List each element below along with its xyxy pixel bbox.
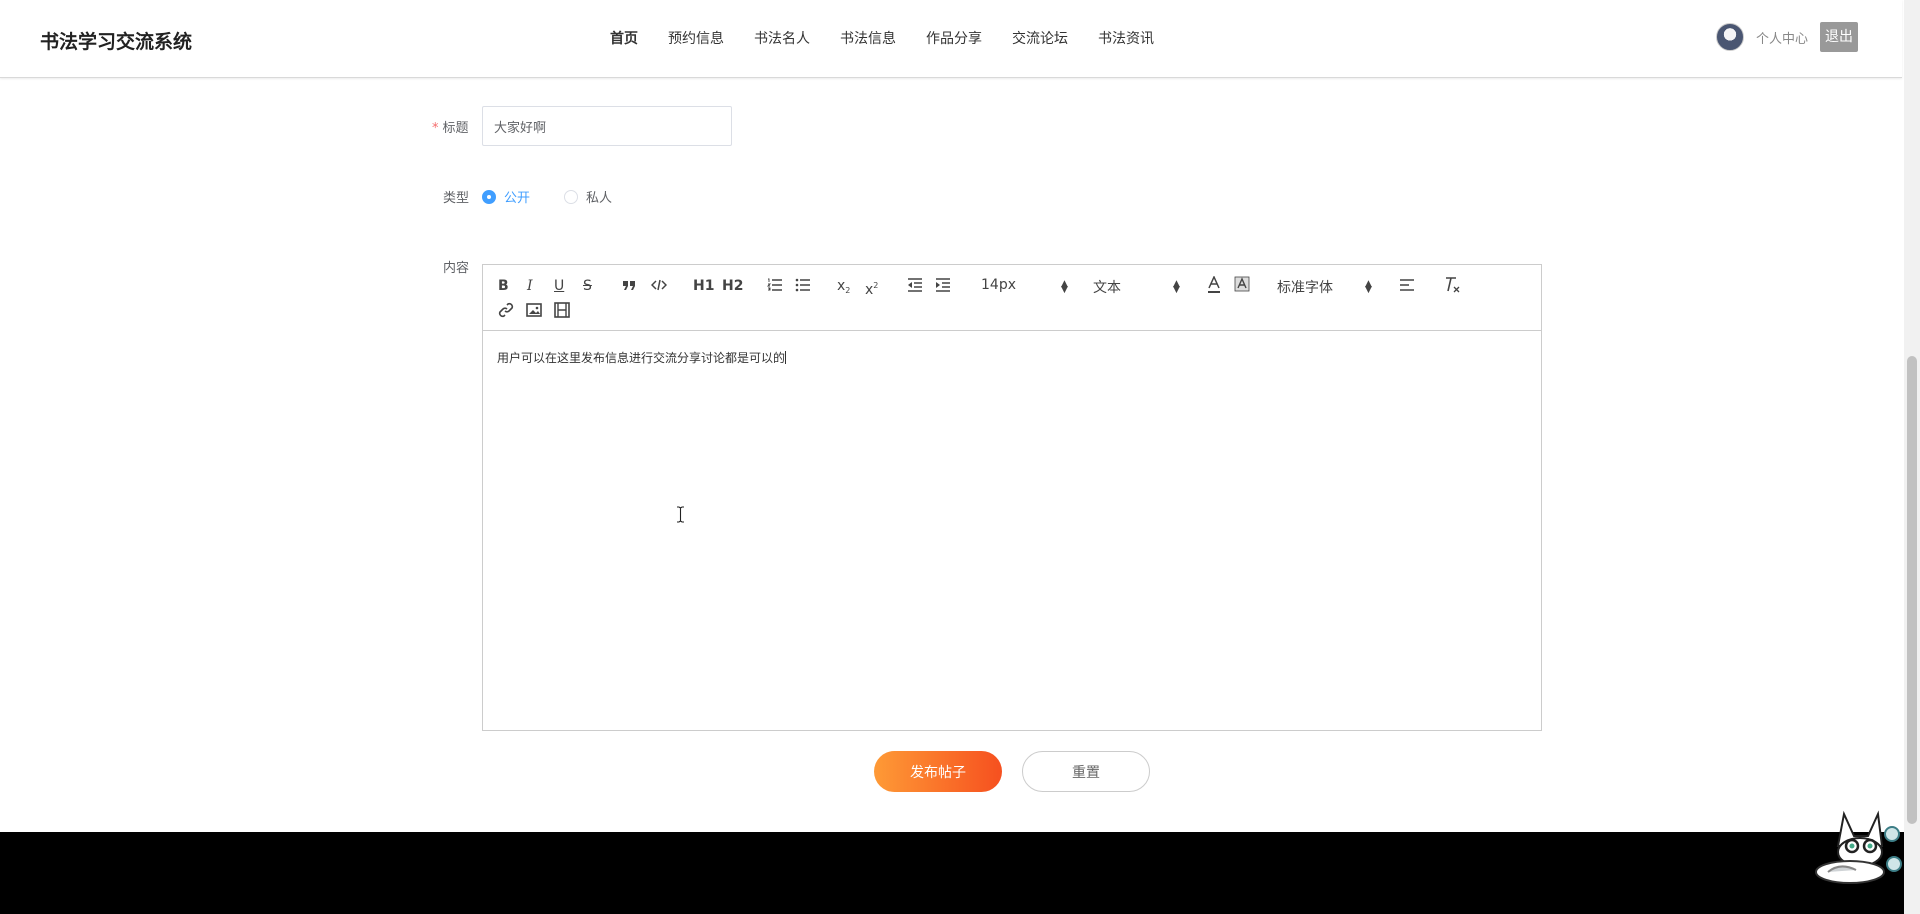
font-color-icon[interactable] xyxy=(1206,276,1222,294)
radio-checked-icon xyxy=(482,189,496,204)
header-picker[interactable]: 文本 ▲ ▼ xyxy=(1093,277,1180,297)
title-label: * 标题 xyxy=(432,117,469,136)
underline-icon[interactable]: U xyxy=(554,277,564,295)
code-block-icon[interactable] xyxy=(651,278,667,292)
nav-item-appointments[interactable]: 预约信息 xyxy=(668,28,724,48)
picker-arrows-icon: ▲ ▼ xyxy=(1173,279,1180,295)
blockquote-icon[interactable] xyxy=(622,278,636,292)
rich-text-editor: B I U S H1 H2 x2 x2 14px ▲ ▼ 文本 ▲ ▼ 标准字体… xyxy=(482,264,1542,731)
radio-unchecked-icon xyxy=(564,189,578,204)
top-header: 书法学习交流系统 首页 预约信息 书法名人 书法信息 作品分享 交流论坛 书法资… xyxy=(0,0,1902,78)
header1-icon[interactable]: H1 xyxy=(693,277,714,295)
required-mark: * xyxy=(432,121,439,136)
radio-private-label: 私人 xyxy=(586,191,613,206)
editor-content[interactable]: 用户可以在这里发布信息进行交流分享讨论都是可以的 xyxy=(497,349,787,366)
radio-public-label: 公开 xyxy=(504,191,531,206)
font-size-picker[interactable]: 14px ▲ ▼ xyxy=(981,277,1068,295)
nav-item-calligraphy-info[interactable]: 书法信息 xyxy=(840,28,896,48)
editor-text: 用户可以在这里发布信息进行交流分享讨论都是可以的 xyxy=(497,351,786,365)
mascot-widget-icon[interactable] xyxy=(1810,806,1902,886)
picker-arrows-icon: ▲ ▼ xyxy=(1365,279,1372,295)
clean-format-icon[interactable] xyxy=(1443,276,1461,294)
video-icon[interactable] xyxy=(554,302,570,318)
nav-item-news[interactable]: 书法资讯 xyxy=(1098,28,1154,48)
user-area: 个人中心 退出 xyxy=(1716,22,1859,52)
avatar[interactable] xyxy=(1716,23,1744,51)
indent-icon[interactable] xyxy=(935,278,951,292)
superscript-icon[interactable]: x2 xyxy=(865,277,878,299)
italic-icon[interactable]: I xyxy=(527,277,533,295)
background-color-icon[interactable] xyxy=(1234,276,1250,294)
main-nav: 首页 预约信息 书法名人 书法信息 作品分享 交流论坛 书法资讯 xyxy=(610,28,1184,48)
header2-icon[interactable]: H2 xyxy=(722,277,743,295)
link-icon[interactable] xyxy=(498,302,514,318)
picker-arrows-icon: ▲ ▼ xyxy=(1061,279,1068,295)
nav-item-home[interactable]: 首页 xyxy=(610,28,638,48)
logout-button[interactable]: 退出 xyxy=(1820,22,1859,52)
title-label-text: 标题 xyxy=(442,121,469,136)
submit-post-button[interactable]: 发布帖子 xyxy=(874,751,1002,792)
subscript-icon[interactable]: x2 xyxy=(837,277,850,300)
ibeam-cursor-icon xyxy=(677,506,684,523)
scrollbar-thumb[interactable] xyxy=(1907,356,1917,824)
nav-item-celebrities[interactable]: 书法名人 xyxy=(754,28,810,48)
nav-item-works-share[interactable]: 作品分享 xyxy=(926,28,982,48)
editor-toolbar: B I U S H1 H2 x2 x2 14px ▲ ▼ 文本 ▲ ▼ 标准字体… xyxy=(483,265,1541,331)
nav-item-forum[interactable]: 交流论坛 xyxy=(1012,28,1068,48)
page-footer xyxy=(0,832,1904,914)
site-title: 书法学习交流系统 xyxy=(40,31,193,53)
font-family-value: 标准字体 xyxy=(1277,280,1333,296)
bold-icon[interactable]: B xyxy=(498,277,509,295)
radio-public[interactable]: 公开 xyxy=(482,187,530,206)
bullet-list-icon[interactable] xyxy=(795,278,811,292)
image-icon[interactable] xyxy=(526,302,542,318)
reset-button[interactable]: 重置 xyxy=(1022,751,1150,792)
align-icon[interactable] xyxy=(1399,278,1415,292)
strike-icon[interactable]: S xyxy=(583,277,592,295)
font-size-value: 14px xyxy=(981,277,1016,293)
user-center-link[interactable]: 个人中心 xyxy=(1756,28,1808,47)
header-value: 文本 xyxy=(1093,280,1121,296)
radio-private[interactable]: 私人 xyxy=(564,187,612,206)
font-family-picker[interactable]: 标准字体 ▲ ▼ xyxy=(1277,277,1372,297)
type-label: 类型 xyxy=(443,191,470,206)
outdent-icon[interactable] xyxy=(907,278,923,292)
content-label: 内容 xyxy=(443,261,470,276)
title-input[interactable] xyxy=(482,106,732,146)
text-caret xyxy=(785,351,787,364)
ordered-list-icon[interactable] xyxy=(767,278,783,292)
